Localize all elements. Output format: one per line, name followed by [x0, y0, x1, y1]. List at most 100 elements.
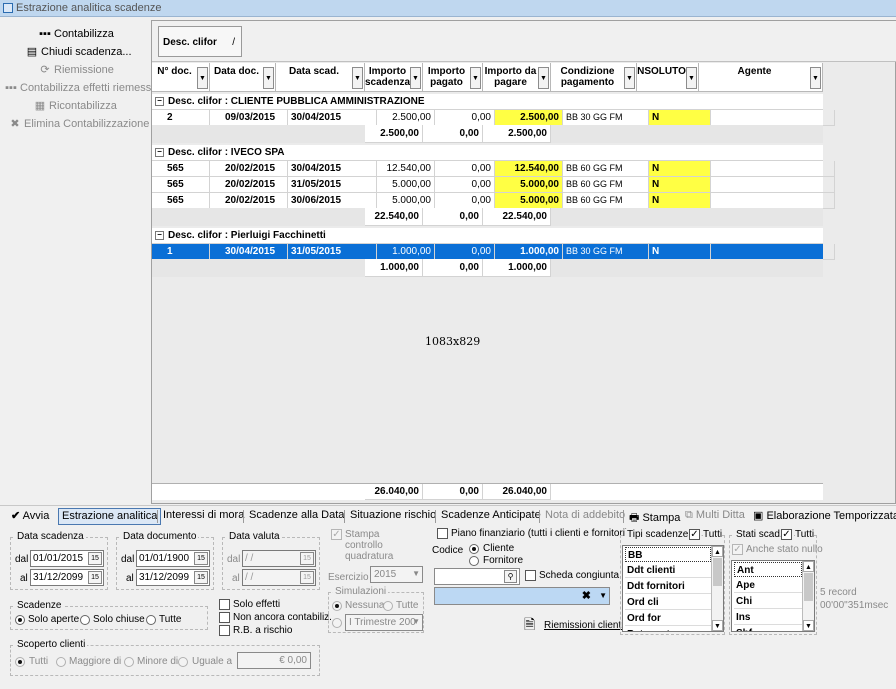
stati-scad-item[interactable]: Sbf: [734, 626, 802, 631]
data-valuta-al-field[interactable]: / / 15: [242, 569, 316, 586]
table-row[interactable]: 565 20/02/2015 30/04/2015 12.540,00 0,00 12.5…: [152, 160, 835, 177]
clear-icon[interactable]: ✖: [582, 589, 591, 602]
data-scadenza-al-field[interactable]: 31/12/2099 15: [30, 569, 104, 586]
group-header-row[interactable]: − Desc. clifor : IVECO SPA: [152, 145, 823, 161]
chevron-down-icon[interactable]: ▼: [686, 67, 697, 89]
group-header-row[interactable]: − Desc. clifor : Pierluigi Facchinetti: [152, 228, 823, 244]
stampa-button[interactable]: 🖶 Stampa: [626, 508, 683, 525]
tab-interessi-di-mora[interactable]: Interessi di mora: [160, 508, 247, 525]
scoperto-tutti-radio[interactable]: [15, 657, 25, 667]
group-by-chip[interactable]: Desc. clifor /: [158, 26, 242, 57]
scroll-thumb[interactable]: [804, 573, 813, 601]
solo-effetti-checkbox[interactable]: [219, 599, 230, 610]
calendar-icon[interactable]: 15: [194, 571, 208, 584]
group-header-row[interactable]: − Desc. clifor : CLIENTE PUBBLICA AMMINIS…: [152, 94, 823, 110]
tipi-scadenze-item[interactable]: Ddt fornitori: [625, 579, 711, 594]
uguale-a-radio[interactable]: [178, 657, 188, 667]
data-documento-al-field[interactable]: 31/12/2099 15: [136, 569, 210, 586]
collapse-icon[interactable]: −: [155, 231, 164, 240]
data-grid[interactable]: Desc. clifor / N° doc. ▼ Data doc. ▼ Data sc…: [151, 20, 896, 504]
calendar-icon[interactable]: 15: [300, 571, 314, 584]
chevron-down-icon[interactable]: ▼: [197, 67, 208, 89]
tipi-scadenze-item[interactable]: BB: [625, 547, 711, 562]
fornitore-radio[interactable]: [469, 556, 479, 566]
tab-scadenze-anticipate[interactable]: Scadenze Anticipate: [438, 508, 544, 525]
periodo-combo[interactable]: I Trimestre 200 ▼: [345, 614, 423, 631]
tutte-radio[interactable]: [146, 615, 156, 625]
run-button[interactable]: ✔ Avvia: [8, 508, 52, 525]
column-header-insoluto[interactable]: NSOLUTO ▼: [637, 63, 699, 92]
search-icon[interactable]: ⚲: [504, 570, 517, 583]
calendar-icon[interactable]: 15: [194, 552, 208, 565]
nessuna-radio[interactable]: [332, 601, 342, 611]
scheda-congiunta-checkbox[interactable]: [525, 570, 536, 581]
minore-di-radio[interactable]: [124, 657, 134, 667]
data-documento-dal-field[interactable]: 01/01/1900 15: [136, 550, 210, 567]
tab-nota-di-addebito[interactable]: Nota di addebito: [542, 508, 628, 525]
stati-scad-item[interactable]: Chi: [734, 594, 802, 609]
multi-ditta-button[interactable]: ⧉ Multi Ditta: [682, 508, 748, 525]
tipi-scrollbar[interactable]: ▲ ▼: [711, 546, 723, 631]
tipi-scadenze-item[interactable]: Ddt clienti: [625, 563, 711, 578]
codice-field[interactable]: ⚲: [434, 568, 520, 585]
scroll-up-icon[interactable]: ▲: [712, 546, 723, 557]
esercizio-combo[interactable]: 2015 ▼: [370, 566, 423, 583]
stati-scad-list[interactable]: AntApeChiInsSbf ▲▼: [731, 560, 815, 632]
chevron-down-icon[interactable]: ▼: [410, 67, 421, 89]
column-header-importo[interactable]: Importo scadenza ▼: [365, 63, 423, 92]
anche-stato-nullo-checkbox[interactable]: ✓: [732, 544, 743, 555]
tipi-scadenze-list[interactable]: BB Ddt clienti Ddt fornitori Ord cli Ord for…: [622, 545, 724, 632]
table-row[interactable]: 2 09/03/2015 30/04/2015 2.500,00 0,00 2.500,0…: [152, 109, 835, 126]
scroll-down-icon[interactable]: ▼: [712, 620, 723, 631]
stati-scrollbar[interactable]: ▲ ▼: [802, 561, 814, 631]
maggiore-di-radio[interactable]: [56, 657, 66, 667]
chevron-down-icon[interactable]: ▼: [263, 67, 274, 89]
stati-scad-item[interactable]: Ape: [734, 578, 802, 593]
collapse-icon[interactable]: −: [155, 148, 164, 157]
scroll-down-icon[interactable]: ▼: [803, 620, 814, 631]
calendar-icon[interactable]: 15: [300, 552, 314, 565]
stati-tutti-checkbox[interactable]: ✓: [781, 529, 792, 540]
chevron-down-icon[interactable]: ▼: [624, 67, 635, 89]
elaborazione-temporizzata-button[interactable]: ▣ Elaborazione Temporizzata: [750, 508, 896, 525]
column-header-agente[interactable]: Agente ▼: [699, 63, 823, 92]
solo-chiuse-radio[interactable]: [80, 615, 90, 625]
calendar-icon[interactable]: 15: [88, 552, 102, 565]
stati-scad-item[interactable]: Ant: [734, 562, 802, 577]
cliente-radio[interactable]: [469, 544, 479, 554]
tab-estrazione-analitica[interactable]: Estrazione analitica: [58, 508, 162, 525]
collapse-icon[interactable]: −: [155, 97, 164, 106]
non-ancora-contabiliz-checkbox[interactable]: [219, 612, 230, 623]
tipi-scadenze-item[interactable]: Ord for: [625, 611, 711, 626]
simulazioni-tutte-radio[interactable]: [383, 601, 393, 611]
data-scadenza-dal-field[interactable]: 01/01/2015 15: [30, 550, 104, 567]
chevron-down-icon[interactable]: ▼: [810, 67, 821, 89]
table-row[interactable]: 1 30/04/2015 31/05/2015 1.000,00 0,00 1.000,0…: [152, 243, 835, 260]
tab-situazione-rischio[interactable]: Situazione rischio: [347, 508, 439, 525]
column-header-ndoc[interactable]: N° doc. ▼: [152, 63, 210, 92]
table-row[interactable]: 565 20/02/2015 30/06/2015 5.000,00 0,00 5.000…: [152, 192, 835, 209]
stampa-controllo-checkbox[interactable]: ✓: [331, 529, 342, 540]
piano-finanziario-checkbox[interactable]: [437, 528, 448, 539]
chevron-down-icon[interactable]: ▼: [470, 67, 481, 89]
periodo-radio[interactable]: [332, 618, 342, 628]
anagrafica-combo[interactable]: ✖ ▼: [434, 587, 610, 605]
tab-scadenze-alla-data[interactable]: Scadenze alla Data: [246, 508, 347, 525]
table-row[interactable]: 565 20/02/2015 31/05/2015 5.000,00 0,00 5.000…: [152, 176, 835, 193]
scroll-thumb[interactable]: [713, 558, 722, 586]
column-header-pagato[interactable]: Importo pagato ▼: [423, 63, 483, 92]
riemissioni-clienti-button[interactable]: Riemissioni clienti: [544, 620, 623, 631]
tipi-tutti-checkbox[interactable]: ✓: [689, 529, 700, 540]
column-header-condizione[interactable]: Condizione pagamento ▼: [551, 63, 637, 92]
column-header-dapagare[interactable]: Importo da pagare ▼: [483, 63, 551, 92]
rb-a-rischio-checkbox[interactable]: [219, 625, 230, 636]
column-header-datadoc[interactable]: Data doc. ▼: [210, 63, 276, 92]
chevron-down-icon[interactable]: ▼: [538, 67, 549, 89]
calendar-icon[interactable]: 15: [88, 571, 102, 584]
scoperto-value-field[interactable]: € 0,00: [237, 652, 311, 669]
scroll-up-icon[interactable]: ▲: [803, 561, 814, 572]
stati-scad-item[interactable]: Ins: [734, 610, 802, 625]
column-header-datascad[interactable]: Data scad. ▼: [276, 63, 365, 92]
data-valuta-dal-field[interactable]: / / 15: [242, 550, 316, 567]
tipi-scadenze-item[interactable]: Rate mutuo: [625, 627, 711, 631]
